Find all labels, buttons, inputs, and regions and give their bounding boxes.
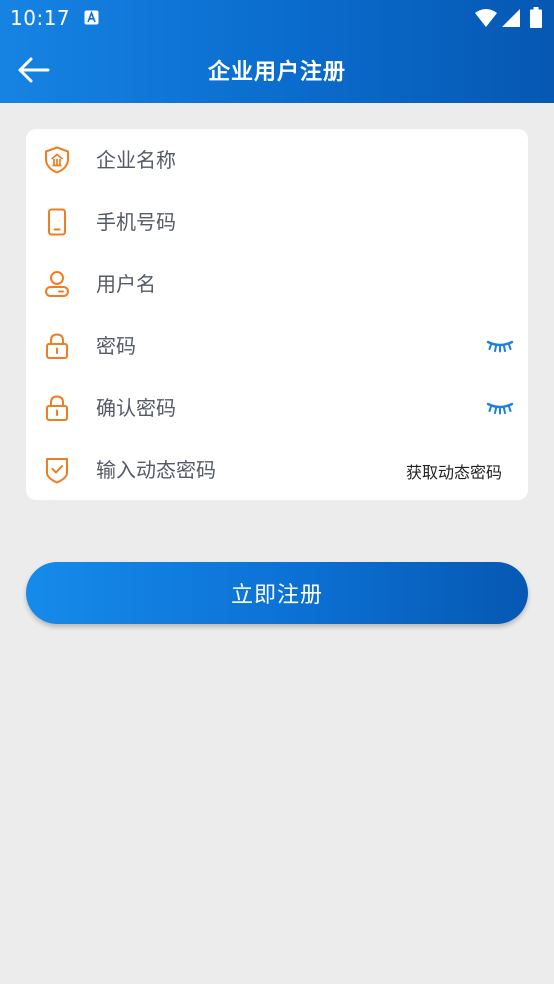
app-header: 10:17 企业用户注册 xyxy=(0,0,554,103)
page-title: 企业用户注册 xyxy=(207,60,346,85)
cell-signal-icon xyxy=(502,9,520,27)
eye-closed-icon xyxy=(486,340,514,353)
password-visibility-toggle[interactable] xyxy=(485,336,515,356)
mobile-phone-icon xyxy=(48,208,66,236)
phone-row xyxy=(26,191,528,253)
company-name-field[interactable] xyxy=(96,142,396,178)
register-button[interactable]: 立即注册 xyxy=(26,562,528,624)
lock-icon xyxy=(46,395,68,421)
confirm-password-row xyxy=(26,377,528,439)
battery-icon xyxy=(530,7,542,28)
confirm-password-field[interactable] xyxy=(96,390,396,426)
text-a-icon xyxy=(84,10,99,25)
phone-field[interactable] xyxy=(96,204,396,240)
lock-icon xyxy=(46,333,68,359)
dynamic-code-row: 获取动态密码 xyxy=(26,439,528,501)
status-time: 10:17 xyxy=(10,6,71,30)
user-icon xyxy=(45,271,69,297)
registration-form: 获取动态密码 xyxy=(26,129,528,500)
dynamic-code-field[interactable] xyxy=(96,452,386,488)
eye-closed-icon xyxy=(486,402,514,415)
company-name-row xyxy=(26,129,528,191)
enterprise-shield-icon xyxy=(45,146,69,174)
username-field[interactable] xyxy=(96,266,396,302)
shield-check-icon xyxy=(46,458,68,484)
password-field[interactable] xyxy=(96,328,396,364)
password-row xyxy=(26,315,528,377)
username-row xyxy=(26,253,528,315)
get-dynamic-code-button[interactable]: 获取动态密码 xyxy=(406,459,502,483)
confirm-password-visibility-toggle[interactable] xyxy=(485,398,515,418)
status-bar: 10:17 xyxy=(0,0,554,36)
wifi-icon xyxy=(475,9,497,27)
